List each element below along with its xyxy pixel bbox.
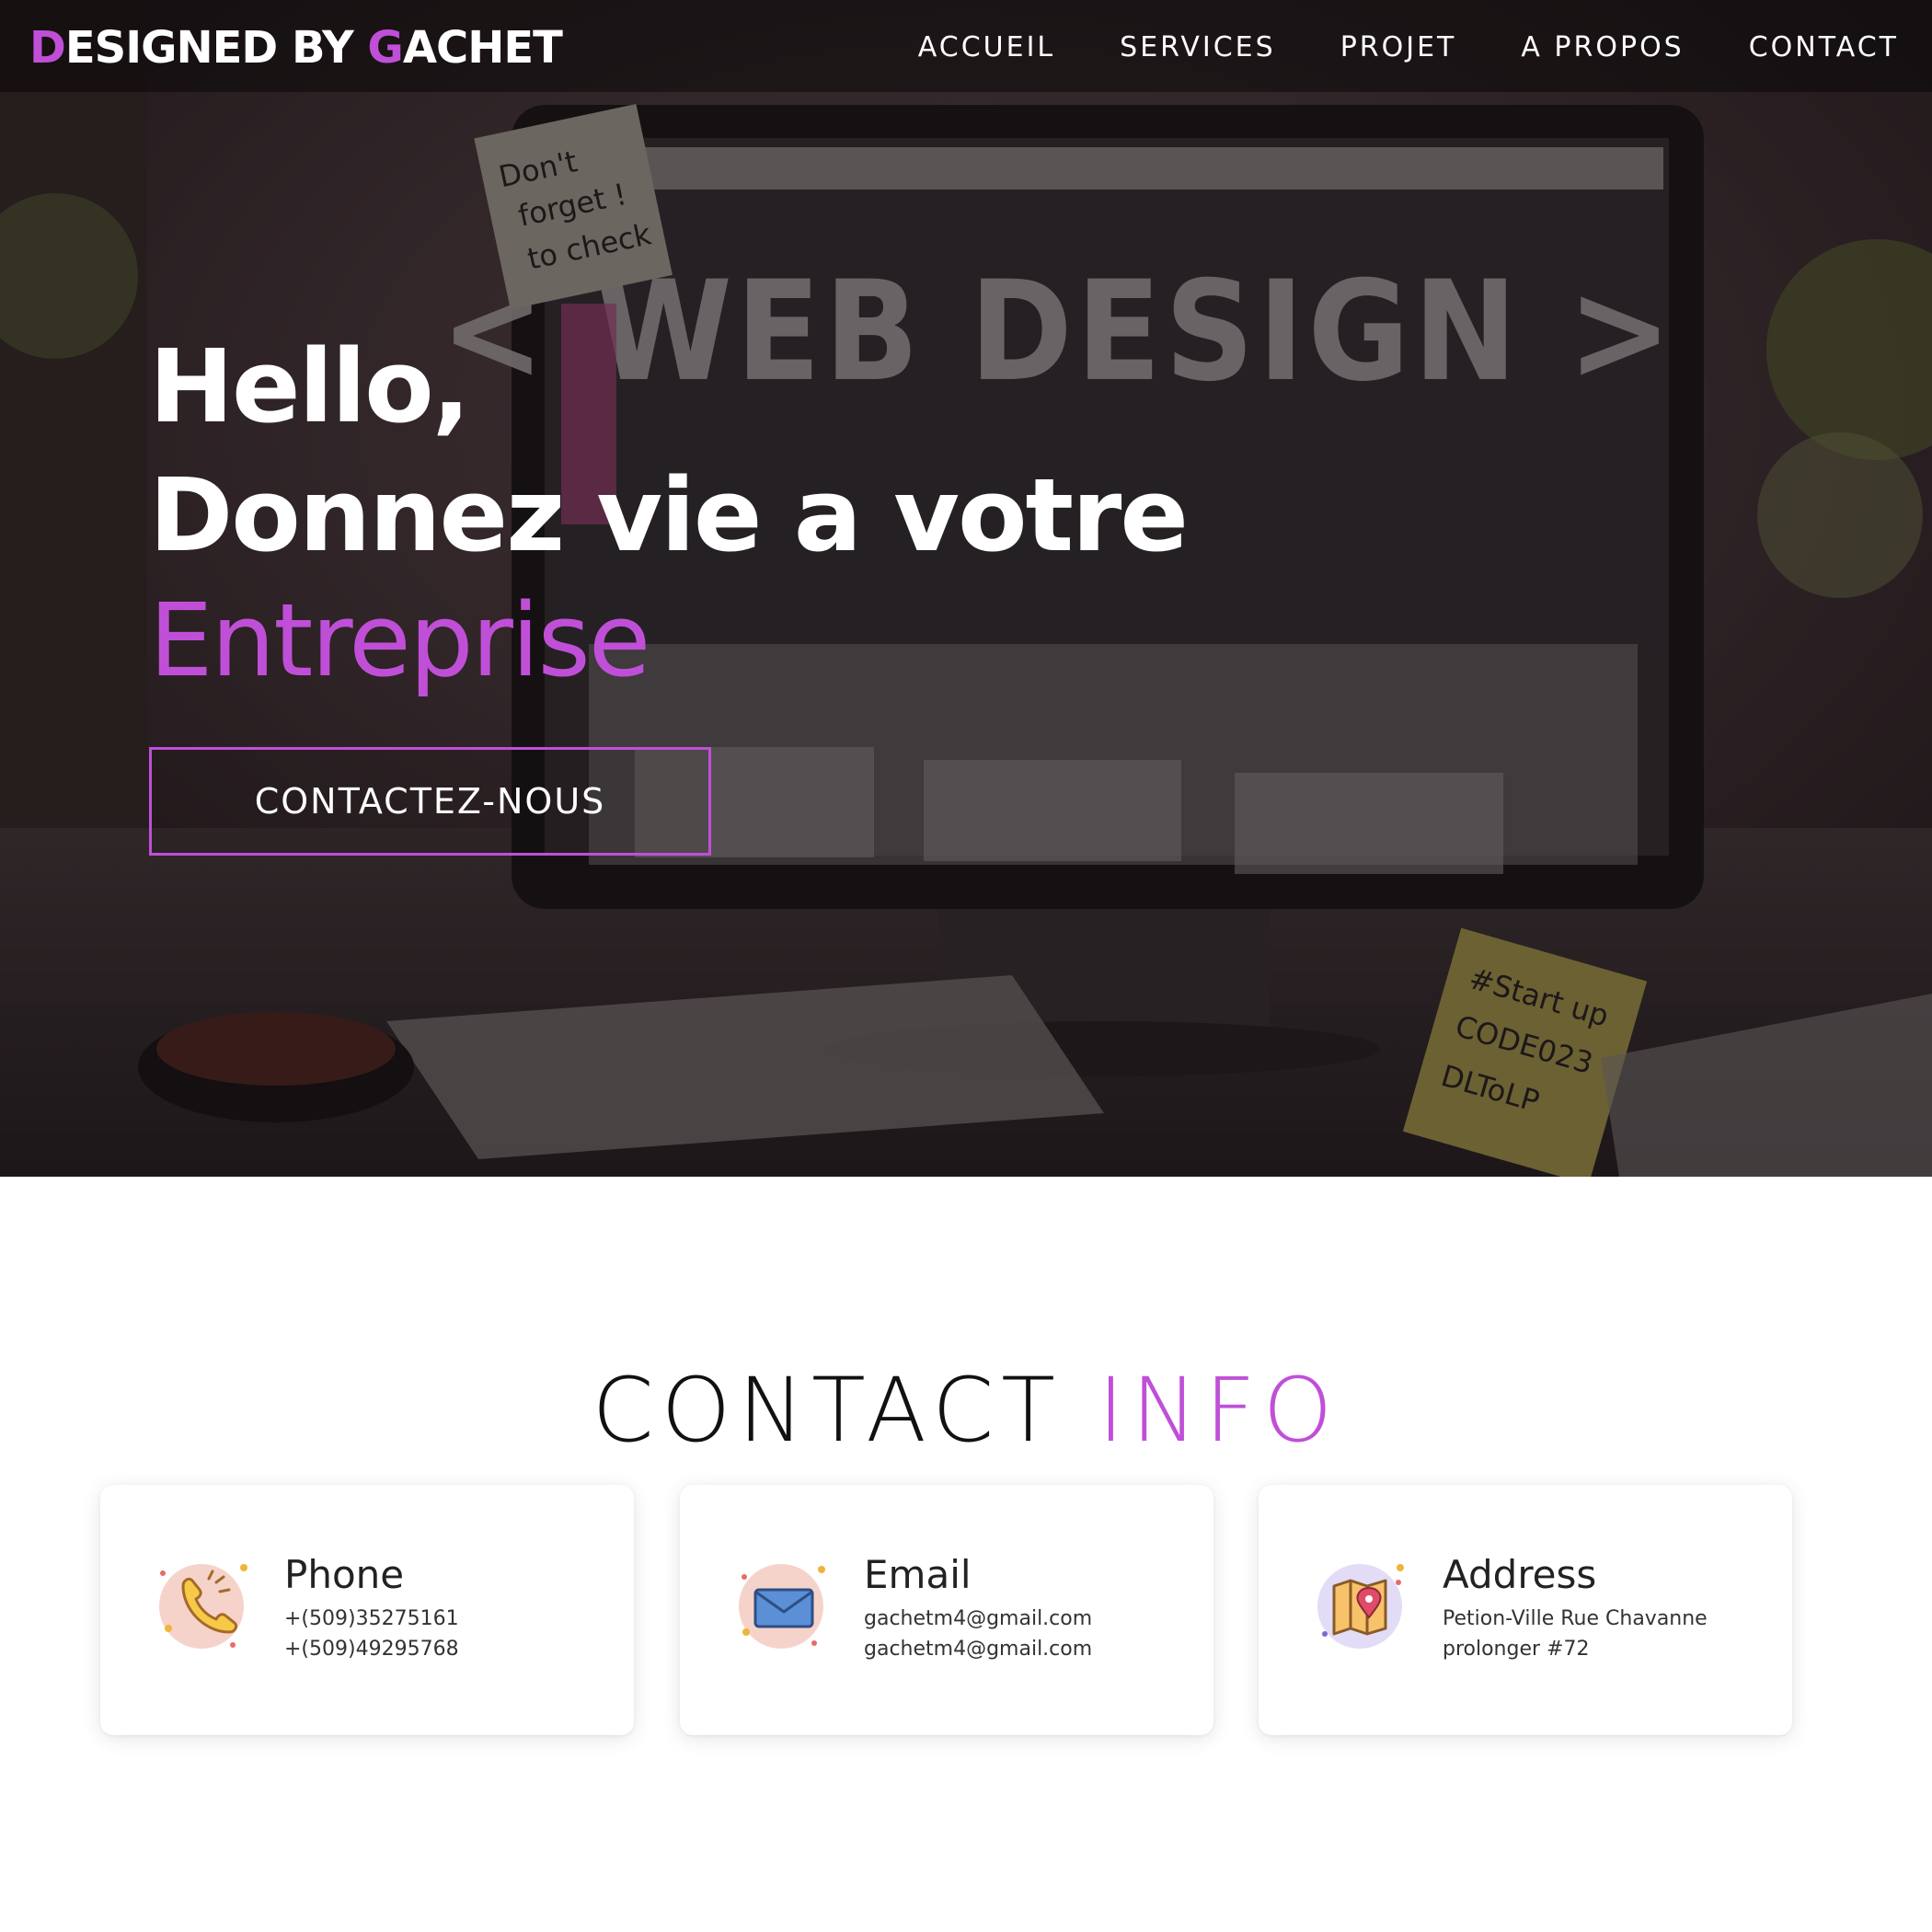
map-pin-icon bbox=[1317, 1564, 1404, 1649]
hero-section: < WEB DESIGN > Don't forget ! to check #… bbox=[0, 0, 1932, 1177]
email-card: Email gachetm4@gmail.com gachetm4@gmail.… bbox=[680, 1485, 1213, 1735]
navbar: DESIGNED BY GACHET ACCUEIL SERVICES PROJ… bbox=[0, 0, 1932, 92]
section-title-accent: INFO bbox=[1098, 1359, 1340, 1462]
email-address-1[interactable]: gachetm4@gmail.com bbox=[864, 1604, 1092, 1634]
contact-us-button[interactable]: CONTACTEZ-NOUS bbox=[149, 747, 711, 856]
nav-projet[interactable]: PROJET bbox=[1340, 28, 1457, 68]
hero-headline: Donnez vie a votre bbox=[149, 456, 1189, 574]
section-title-main: CONTACT bbox=[592, 1359, 1098, 1462]
nav-a-propos[interactable]: A PROPOS bbox=[1521, 28, 1684, 68]
envelope-icon bbox=[739, 1564, 825, 1649]
brand-logo[interactable]: DESIGNED BY GACHET bbox=[29, 20, 563, 75]
brand-letter-g: G bbox=[367, 22, 403, 74]
brand-text-rest: ACHET bbox=[402, 22, 563, 74]
hero-greeting: Hello, bbox=[149, 328, 470, 445]
address-card: Address Petion-Ville Rue Chavanne prolon… bbox=[1259, 1485, 1792, 1735]
nav-accueil[interactable]: ACCUEIL bbox=[918, 28, 1055, 68]
nav-services[interactable]: SERVICES bbox=[1120, 28, 1276, 68]
brand-letter-d: D bbox=[29, 22, 66, 74]
section-title: CONTACT INFO bbox=[0, 1360, 1932, 1461]
phone-card: Phone +(509)35275161 +(509)49295768 bbox=[100, 1485, 634, 1735]
address-title: Address bbox=[1443, 1552, 1597, 1597]
address-line-2: prolonger #72 bbox=[1443, 1638, 1590, 1661]
main-nav: ACCUEIL SERVICES PROJET A PROPOS CONTACT bbox=[918, 28, 1899, 68]
brand-text-mid: ESIGNED BY bbox=[64, 22, 368, 74]
phone-number-1[interactable]: +(509)35275161 bbox=[284, 1604, 459, 1634]
email-title: Email bbox=[864, 1552, 972, 1597]
hero-highlight: Entreprise bbox=[149, 581, 650, 699]
nav-contact[interactable]: CONTACT bbox=[1749, 28, 1899, 68]
phone-icon bbox=[159, 1564, 247, 1649]
phone-title: Phone bbox=[284, 1552, 405, 1597]
phone-number-2[interactable]: +(509)49295768 bbox=[284, 1635, 459, 1664]
email-address-2[interactable]: gachetm4@gmail.com bbox=[864, 1635, 1092, 1664]
address-line-1: Petion-Ville Rue Chavanne bbox=[1443, 1607, 1708, 1630]
